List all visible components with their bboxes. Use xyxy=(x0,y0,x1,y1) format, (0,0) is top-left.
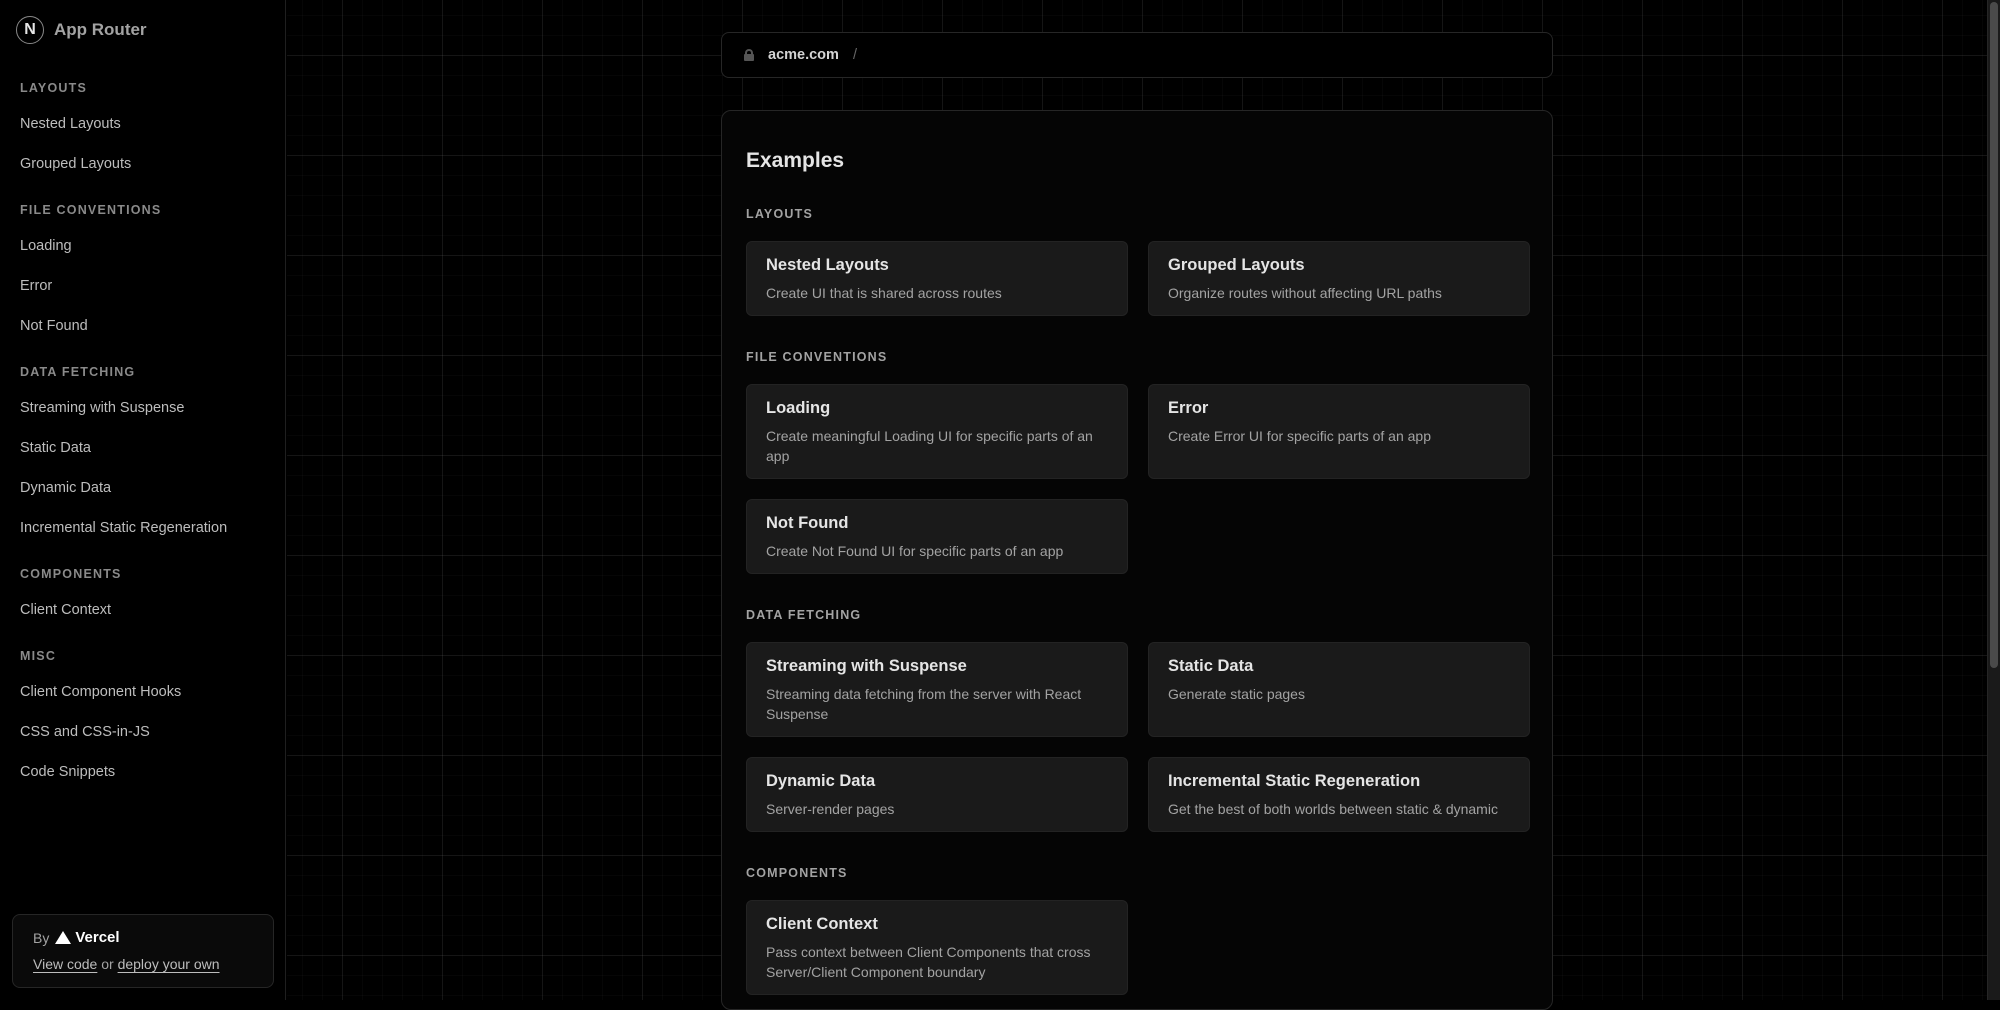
section-title-components: Components xyxy=(746,866,848,880)
vercel-logo-icon xyxy=(55,931,72,944)
nav-group-title: Misc xyxy=(20,649,57,663)
section-title-data-fetching: Data Fetching xyxy=(746,608,862,622)
sidebar: N App Router Layouts Nested Layouts Groupe… xyxy=(0,0,286,1000)
main-area: acme.com / Examples Layouts Nested Layout… xyxy=(287,0,1987,1010)
address-domain: acme.com xyxy=(768,47,839,63)
nav-group-title: Components xyxy=(20,567,122,581)
lock-icon xyxy=(744,49,754,61)
example-card-client-context[interactable]: Client Context Pass context between Clien… xyxy=(746,900,1128,995)
example-card-streaming-with-suspense[interactable]: Streaming with Suspense Streaming data fe… xyxy=(746,642,1128,737)
sidebar-item-static-data[interactable]: Static Data xyxy=(0,428,286,468)
byline-box: By Vercel View code or deploy your own xyxy=(12,914,274,988)
card-description: Create UI that is shared across routes xyxy=(766,285,1002,301)
card-grid: Client Context Pass context between Clien… xyxy=(746,900,1528,995)
brand[interactable]: N App Router xyxy=(16,16,147,44)
address-bar[interactable]: acme.com / xyxy=(721,32,1553,78)
nav-group-layouts: Layouts Nested Layouts Grouped Layouts xyxy=(0,72,286,184)
card-title: Dynamic Data xyxy=(766,772,876,790)
card-title: Nested Layouts xyxy=(766,256,889,274)
sidebar-nav: Layouts Nested Layouts Grouped Layouts File… xyxy=(0,72,286,802)
byline-by: By xyxy=(33,929,50,946)
byline-or: or xyxy=(101,956,114,972)
example-card-nested-layouts[interactable]: Nested Layouts Create UI that is shared a… xyxy=(746,241,1128,316)
card-grid: Nested Layouts Create UI that is shared a… xyxy=(746,241,1530,316)
sidebar-item-client-component-hooks[interactable]: Client Component Hooks xyxy=(0,672,286,712)
example-card-incremental-static-regeneration[interactable]: Incremental Static Regeneration Get the b… xyxy=(1148,757,1530,832)
card-description: Generate static pages xyxy=(1168,686,1305,702)
examples-panel: Examples Layouts Nested Layouts Create UI … xyxy=(721,110,1553,1010)
sidebar-item-not-found[interactable]: Not Found xyxy=(0,306,286,346)
card-title: Grouped Layouts xyxy=(1168,256,1305,274)
nav-group-file-conventions: File Conventions Loading Error Not Found xyxy=(0,194,286,346)
card-title: Error xyxy=(1168,399,1209,417)
card-title: Client Context xyxy=(766,915,878,933)
view-code-link[interactable]: View code xyxy=(33,956,97,972)
nav-group-data-fetching: Data Fetching Streaming with Suspense Stat… xyxy=(0,356,286,548)
card-description: Get the best of both worlds between stat… xyxy=(1168,801,1498,817)
scrollbar-thumb[interactable] xyxy=(1990,2,1998,668)
address-separator: / xyxy=(852,47,857,63)
card-title: Streaming with Suspense xyxy=(766,657,967,675)
sidebar-item-incremental-static-regeneration[interactable]: Incremental Static Regeneration xyxy=(0,508,286,548)
examples-sections: Layouts Nested Layouts Create UI that is s… xyxy=(746,207,1530,995)
card-title: Loading xyxy=(766,399,831,417)
scrollbar[interactable] xyxy=(1987,0,2000,1000)
section-title-layouts: Layouts xyxy=(746,207,813,221)
card-description: Create Error UI for specific parts of an… xyxy=(1168,428,1431,444)
nextjs-logo-icon: N xyxy=(16,16,44,44)
sidebar-item-client-context[interactable]: Client Context xyxy=(0,590,286,630)
card-title: Not Found xyxy=(766,514,849,532)
sidebar-item-streaming-with-suspense[interactable]: Streaming with Suspense xyxy=(0,388,286,428)
card-description: Pass context between Client Components t… xyxy=(766,944,1091,980)
card-description: Organize routes without affecting URL pa… xyxy=(1168,285,1442,301)
example-card-grouped-layouts[interactable]: Grouped Layouts Organize routes without a… xyxy=(1148,241,1530,316)
card-description: Create Not Found UI for specific parts o… xyxy=(766,543,1064,559)
example-card-error[interactable]: Error Create Error UI for specific parts … xyxy=(1148,384,1530,479)
nav-group-title: File Conventions xyxy=(20,203,162,217)
nav-group-title: Data Fetching xyxy=(20,365,136,379)
card-description: Server-render pages xyxy=(766,801,895,817)
page-title: Examples xyxy=(746,149,845,172)
card-title: Static Data xyxy=(1168,657,1254,675)
example-card-loading[interactable]: Loading Create meaningful Loading UI for … xyxy=(746,384,1128,479)
card-description: Create meaningful Loading UI for specifi… xyxy=(766,428,1093,464)
sidebar-item-code-snippets[interactable]: Code Snippets xyxy=(0,752,286,792)
sidebar-item-nested-layouts[interactable]: Nested Layouts xyxy=(0,104,286,144)
vercel-logo[interactable]: Vercel xyxy=(55,929,120,946)
card-title: Incremental Static Regeneration xyxy=(1168,772,1421,790)
section-title-file-conventions: File Conventions xyxy=(746,350,888,364)
sidebar-item-dynamic-data[interactable]: Dynamic Data xyxy=(0,468,286,508)
sidebar-item-error[interactable]: Error xyxy=(0,266,286,306)
brand-title: App Router xyxy=(54,20,147,39)
example-card-dynamic-data[interactable]: Dynamic Data Server-render pages xyxy=(746,757,1128,832)
nav-group-title: Layouts xyxy=(20,81,87,95)
sidebar-item-css-and-css-in-js[interactable]: CSS and CSS-in-JS xyxy=(0,712,286,752)
sidebar-item-grouped-layouts[interactable]: Grouped Layouts xyxy=(0,144,286,184)
nav-group-misc: Misc Client Component Hooks CSS and CSS-in… xyxy=(0,640,286,792)
nav-group-components: Components Client Context xyxy=(0,558,286,630)
card-description: Streaming data fetching from the server … xyxy=(766,686,1082,722)
example-card-not-found[interactable]: Not Found Create Not Found UI for specifi… xyxy=(746,499,1128,574)
deploy-link[interactable]: deploy your own xyxy=(118,956,220,972)
example-card-static-data[interactable]: Static Data Generate static pages xyxy=(1148,642,1530,737)
card-grid: Loading Create meaningful Loading UI for … xyxy=(746,384,1530,574)
card-grid: Streaming with Suspense Streaming data fe… xyxy=(746,642,1530,832)
sidebar-item-loading[interactable]: Loading xyxy=(0,226,286,266)
vercel-wordmark: Vercel xyxy=(75,929,120,946)
